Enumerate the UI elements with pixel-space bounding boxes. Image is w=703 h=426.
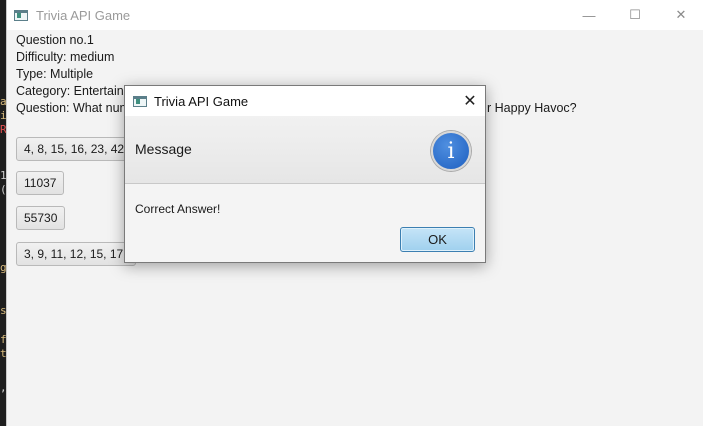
answer-button-3[interactable]: 55730 [16,206,66,230]
app-icon [14,9,28,21]
answer-button-1[interactable]: 4, 8, 15, 16, 23, 42 [16,137,133,161]
answer-button-2[interactable]: 11037 [16,171,65,195]
question-type: Type: Multiple [16,67,94,81]
dialog-close-button[interactable]: ✕ [455,86,485,116]
dialog-app-icon [133,95,147,107]
question-category: Category: Entertainn [16,84,131,98]
question-text: Question: What num [16,101,130,115]
close-button[interactable]: ✕ [658,0,703,30]
window-title: Trivia API Game [36,7,131,23]
message-dialog: Trivia API Game ✕ Message i Correct Answ… [124,85,486,263]
answer-button-4[interactable]: 3, 9, 11, 12, 15, 17, [16,242,136,266]
dialog-titlebar[interactable]: Trivia API Game ✕ [125,86,485,116]
ok-button[interactable]: OK [400,227,475,252]
question-text-end: r Happy Havoc? [487,101,577,115]
dialog-header: Message i [125,116,485,184]
dialog-header-text: Message [135,141,192,157]
maximize-button[interactable]: ☐ [612,0,658,30]
main-titlebar[interactable]: Trivia API Game — ☐ ✕ [7,0,703,30]
dialog-title: Trivia API Game [154,93,249,109]
minimize-button[interactable]: — [566,0,612,30]
question-difficulty: Difficulty: medium [16,50,115,64]
question-number: Question no.1 [16,33,94,47]
info-icon: i [431,131,471,171]
dialog-message: Correct Answer! [135,202,221,216]
